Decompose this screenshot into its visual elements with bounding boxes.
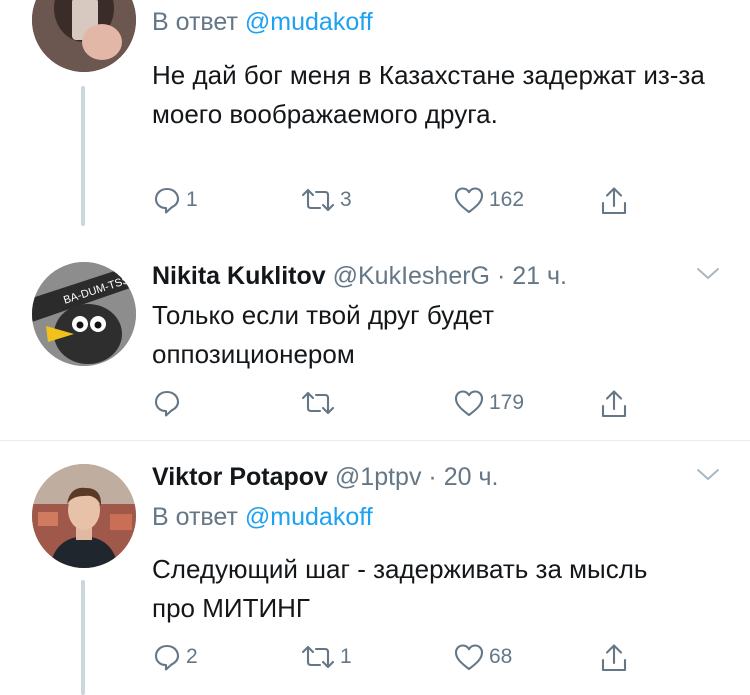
like-button[interactable]: 162 xyxy=(453,185,524,215)
tweet-text: Не дай бог меня в Казахстане задержат из… xyxy=(152,60,705,129)
reply-to: В ответ @mudakoff xyxy=(152,503,373,532)
reply-count: 2 xyxy=(186,645,198,668)
reply-prefix: В ответ xyxy=(152,503,238,531)
avatar[interactable] xyxy=(32,0,136,72)
like-icon xyxy=(454,390,484,417)
timestamp[interactable]: · 21 ч. xyxy=(497,262,567,290)
reply-icon xyxy=(154,390,180,417)
author-handle[interactable]: @1ptpv xyxy=(335,463,422,491)
divider xyxy=(0,440,750,441)
like-icon xyxy=(454,644,484,671)
tweet-text: Только если твой друг будет оппозиционер… xyxy=(152,300,494,369)
reply-prefix: В ответ xyxy=(152,8,238,36)
like-icon xyxy=(454,187,484,214)
reply-button[interactable] xyxy=(152,388,186,418)
author-name[interactable]: Nikita Kuklitov xyxy=(152,262,326,290)
reply-icon xyxy=(154,644,180,671)
retweet-icon xyxy=(301,188,335,212)
thread-line xyxy=(81,86,85,226)
timestamp[interactable]: · 20 ч. xyxy=(428,463,498,491)
retweet-icon xyxy=(301,645,335,669)
reply-handle-link[interactable]: @mudakoff xyxy=(245,503,373,531)
share-icon xyxy=(601,644,627,672)
reply-count: 1 xyxy=(186,188,198,211)
tweet-header: Nikita Kuklitov @KukIesherG · 21 ч. xyxy=(152,262,567,291)
share-button[interactable] xyxy=(599,642,629,674)
like-button[interactable]: 179 xyxy=(453,388,524,418)
author-name[interactable]: Viktor Potapov xyxy=(152,463,328,491)
reply-handle-link[interactable]: @mudakoff xyxy=(245,8,373,36)
author-handle[interactable]: @KukIesherG xyxy=(333,262,490,290)
tweet-text: Следующий шаг - задерживать за мысль про… xyxy=(152,554,648,623)
share-icon xyxy=(601,390,627,418)
retweet-button[interactable]: 3 xyxy=(300,185,352,215)
avatar[interactable]: BA-DUM-TSS xyxy=(32,262,136,366)
like-count: 68 xyxy=(489,645,513,668)
avatar[interactable] xyxy=(32,464,136,568)
share-icon xyxy=(601,187,627,215)
reply-icon xyxy=(154,187,180,214)
tweet-header: Viktor Potapov @1ptpv · 20 ч. xyxy=(152,463,498,492)
like-count: 162 xyxy=(489,188,525,211)
retweet-count: 1 xyxy=(340,645,352,668)
retweet-icon xyxy=(301,391,335,415)
retweet-button[interactable]: 1 xyxy=(300,642,352,672)
share-button[interactable] xyxy=(599,185,629,217)
like-button[interactable]: 68 xyxy=(453,642,512,672)
reply-button[interactable]: 2 xyxy=(152,642,198,672)
reply-button[interactable]: 1 xyxy=(152,185,198,215)
chevron-down-icon[interactable] xyxy=(695,467,721,483)
thread-line xyxy=(81,580,85,695)
like-count: 179 xyxy=(489,391,525,414)
retweet-button[interactable] xyxy=(300,388,340,418)
retweet-count: 3 xyxy=(340,188,352,211)
share-button[interactable] xyxy=(599,388,629,420)
reply-to: В ответ @mudakoff xyxy=(152,8,373,37)
chevron-down-icon[interactable] xyxy=(695,266,721,282)
